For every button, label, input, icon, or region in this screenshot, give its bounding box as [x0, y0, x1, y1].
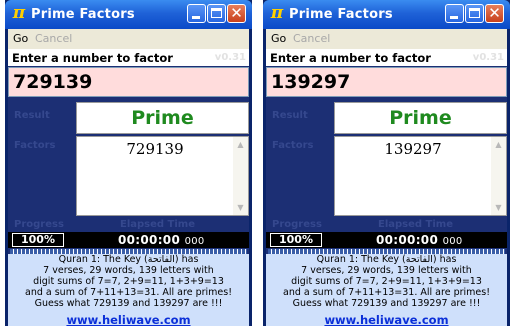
minimize-button[interactable] [187, 4, 206, 23]
close-icon: ✕ [488, 4, 501, 22]
info-line: 7 verses, 29 words, 139 letters with [43, 265, 214, 276]
title-bar[interactable]: π Prime Factors ✕ [5, 0, 252, 29]
elapsed-time-label: Elapsed Time [378, 219, 453, 230]
progress-header: Progress Elapsed Time [8, 217, 249, 232]
result-value: Prime [334, 102, 507, 134]
minimize-button[interactable] [445, 4, 464, 23]
chevron-up-icon[interactable]: ▲ [492, 138, 505, 151]
menu-cancel[interactable]: Cancel [293, 32, 330, 46]
progress-percent: 100% [270, 233, 322, 247]
maximize-button[interactable] [207, 4, 226, 23]
window-title: Prime Factors [289, 7, 393, 22]
prompt-label: Enter a number to factor [12, 51, 173, 65]
factors-list[interactable]: 729139 ▲ ▼ [76, 136, 249, 216]
version-label: v0.31 [472, 52, 504, 63]
info-box: Quran 1: The Key (الفاتحة) has 7 verses,… [8, 254, 249, 326]
prompt-row: Enter a number to factor v0.31 [8, 49, 249, 66]
progress-label: Progress [272, 219, 322, 230]
result-label: Result [272, 110, 308, 121]
prime-factors-window: π Prime Factors ✕ Go Cancel Enter a numb… [5, 0, 252, 326]
prime-factors-window: π Prime Factors ✕ Go Cancel Enter a numb… [263, 0, 510, 326]
elapsed-ms-value: 000 [184, 236, 205, 247]
version-label: v0.31 [214, 52, 246, 63]
client-area: Go Cancel Enter a number to factor v0.31… [266, 29, 507, 326]
factors-label: Factors [14, 140, 56, 151]
pi-icon: π [270, 3, 284, 23]
website-link[interactable]: www.heliwave.com [324, 313, 448, 326]
factors-scrollbar[interactable]: ▲ ▼ [491, 137, 506, 215]
info-line: 7 verses, 29 words, 139 letters with [301, 265, 472, 276]
close-button[interactable]: ✕ [485, 4, 504, 23]
website-link[interactable]: www.heliwave.com [66, 313, 190, 326]
progress-header: Progress Elapsed Time [266, 217, 507, 232]
elapsed-time-value: 00:00:00 [376, 233, 439, 247]
info-box: Quran 1: The Key (الفاتحة) has 7 verses,… [266, 254, 507, 326]
number-input[interactable]: 139297 [266, 67, 507, 97]
elapsed-time-label: Elapsed Time [120, 219, 195, 230]
menu-bar: Go Cancel [266, 29, 507, 49]
factors-label: Factors [272, 140, 314, 151]
chevron-down-icon[interactable]: ▼ [234, 201, 247, 214]
factors-list[interactable]: 139297 ▲ ▼ [334, 136, 507, 216]
menu-go[interactable]: Go [271, 32, 286, 46]
number-input[interactable]: 729139 [8, 67, 249, 97]
progress-row: 100% 00:00:00 000 [8, 232, 249, 248]
progress-label: Progress [14, 219, 64, 230]
result-value: Prime [76, 102, 249, 134]
minimize-icon [450, 16, 458, 19]
info-line: Quran 1: The Key (الفاتحة) has [58, 254, 199, 265]
prompt-label: Enter a number to factor [270, 51, 431, 65]
maximize-button[interactable] [465, 4, 484, 23]
close-button[interactable]: ✕ [227, 4, 246, 23]
info-line: and a sum of 7+11+13=31. All are primes! [25, 287, 232, 298]
chevron-up-icon[interactable]: ▲ [234, 138, 247, 151]
info-line: digit sums of 7=7, 2+9=11, 1+3+9=13 [291, 276, 482, 287]
window-title: Prime Factors [31, 7, 135, 22]
chevron-down-icon[interactable]: ▼ [492, 201, 505, 214]
factors-scrollbar[interactable]: ▲ ▼ [233, 137, 248, 215]
elapsed-ms-value: 000 [442, 236, 463, 247]
menu-go[interactable]: Go [13, 32, 28, 46]
info-line: and a sum of 7+11+13=31. All are primes! [283, 287, 490, 298]
result-label: Result [14, 110, 50, 121]
menu-bar: Go Cancel [8, 29, 249, 49]
client-area: Go Cancel Enter a number to factor v0.31… [8, 29, 249, 326]
menu-cancel[interactable]: Cancel [35, 32, 72, 46]
pi-icon: π [12, 3, 26, 23]
factors-value: 729139 [126, 140, 184, 158]
elapsed-timer: 00:00:00 000 [376, 233, 463, 249]
title-bar[interactable]: π Prime Factors ✕ [263, 0, 510, 29]
info-line: digit sums of 7=7, 2+9=11, 1+3+9=13 [33, 276, 224, 287]
minimize-icon [192, 16, 200, 19]
info-line: Guess what 729139 and 139297 are !!! [34, 298, 223, 309]
info-line: Quran 1: The Key (الفاتحة) has [316, 254, 457, 265]
prompt-row: Enter a number to factor v0.31 [266, 49, 507, 66]
elapsed-time-value: 00:00:00 [118, 233, 181, 247]
maximize-icon [469, 8, 480, 18]
maximize-icon [211, 8, 222, 18]
factors-value: 139297 [384, 140, 442, 158]
progress-row: 100% 00:00:00 000 [266, 232, 507, 248]
close-icon: ✕ [230, 4, 243, 22]
progress-percent: 100% [12, 233, 64, 247]
elapsed-timer: 00:00:00 000 [118, 233, 205, 249]
info-line: Guess what 729139 and 139297 are !!! [292, 298, 481, 309]
